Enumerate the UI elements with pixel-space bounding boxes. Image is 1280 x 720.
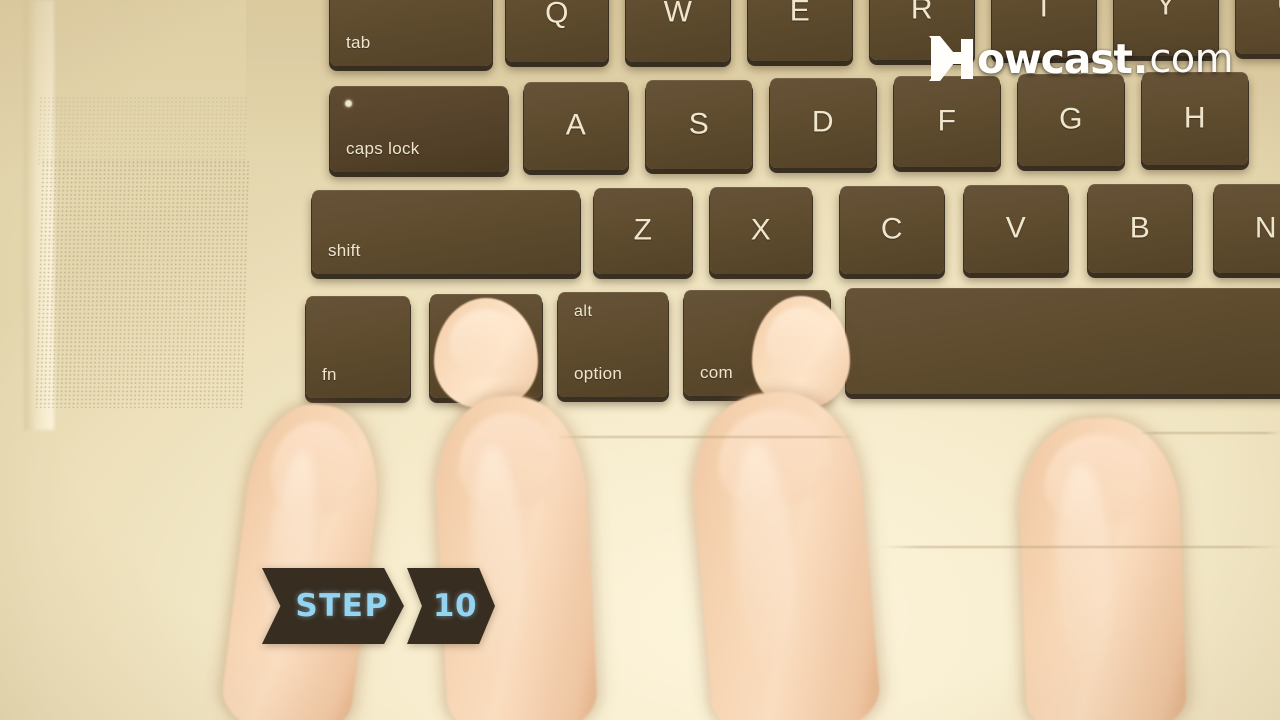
key-d[interactable]: D: [770, 78, 876, 168]
step-label-chevron: STEP: [262, 568, 404, 644]
step-label: STEP: [295, 588, 389, 624]
palmrest-seam-upper: [556, 436, 856, 438]
key-z[interactable]: Z: [594, 188, 692, 274]
key-label: caps lock: [346, 139, 420, 158]
key-c[interactable]: C: [840, 186, 944, 274]
key-f[interactable]: F: [894, 76, 1000, 167]
caps-lock-indicator-icon: [345, 100, 352, 107]
palmrest-seam-right: [1140, 432, 1280, 434]
video-frame: tab Q W E R T Y U caps lock A: [0, 0, 1280, 720]
key-fn[interactable]: fn: [306, 296, 410, 398]
key-w[interactable]: W: [626, 0, 730, 62]
key-label: A: [565, 108, 587, 142]
key-label: H: [1183, 100, 1207, 134]
key-label: N: [1254, 210, 1278, 244]
logo-tld: com: [1149, 36, 1234, 82]
key-label: X: [750, 212, 772, 246]
step-number-chevron: 10: [407, 568, 495, 644]
key-label: fn: [322, 365, 337, 384]
key-g[interactable]: G: [1018, 74, 1124, 166]
fingernail: [448, 309, 522, 378]
key-caps-lock[interactable]: caps lock: [330, 86, 508, 172]
key-label: F: [937, 103, 957, 137]
howcast-logo: owcast . com: [928, 33, 1234, 85]
key-label: D: [811, 105, 835, 139]
key-label: E: [789, 0, 811, 27]
key-v[interactable]: V: [964, 185, 1068, 273]
key-x[interactable]: X: [710, 187, 812, 274]
key-label-option: option: [574, 364, 623, 383]
key-h[interactable]: H: [1142, 72, 1248, 165]
key-n[interactable]: N: [1214, 184, 1280, 273]
key-tab[interactable]: tab: [330, 0, 492, 66]
howcast-h-arrow-logo-icon: [929, 36, 973, 81]
key-label: R: [910, 0, 934, 26]
logo-wordmark: owcast: [977, 34, 1133, 83]
key-label: shift: [328, 241, 361, 260]
key-label: Z: [633, 213, 653, 247]
key-b[interactable]: B: [1088, 184, 1192, 273]
finger-highlight: [253, 446, 326, 682]
key-q[interactable]: Q: [506, 0, 608, 62]
fingernail: [765, 307, 835, 377]
key-a[interactable]: A: [524, 82, 628, 170]
key-label: V: [1005, 211, 1027, 245]
key-label: com: [700, 363, 734, 382]
key-label: B: [1129, 210, 1151, 244]
key-label: U: [1236, 0, 1280, 20]
key-s[interactable]: S: [646, 80, 752, 169]
key-label: Q: [545, 0, 569, 30]
logo-dot: .: [1132, 34, 1149, 83]
trackpad-seam: [880, 546, 1280, 548]
key-label: G: [1059, 102, 1083, 136]
step-badge: STEP 10: [262, 568, 495, 644]
key-label: C: [880, 212, 904, 246]
key-label-alt: alt: [574, 303, 593, 320]
key-label: Y: [1155, 0, 1177, 22]
key-alt-option[interactable]: alt option: [558, 292, 668, 397]
key-shift[interactable]: shift: [312, 190, 580, 274]
key-label: tab: [346, 33, 371, 52]
key-u[interactable]: U: [1236, 0, 1280, 54]
finger-middle: [431, 392, 599, 720]
key-label: W: [663, 0, 693, 29]
key-e[interactable]: E: [748, 0, 852, 61]
step-number: 10: [432, 588, 478, 624]
key-spacebar[interactable]: [846, 288, 1280, 394]
finger-pinky: [1016, 415, 1188, 720]
key-label: S: [688, 106, 710, 140]
key-label: T: [1034, 0, 1054, 24]
